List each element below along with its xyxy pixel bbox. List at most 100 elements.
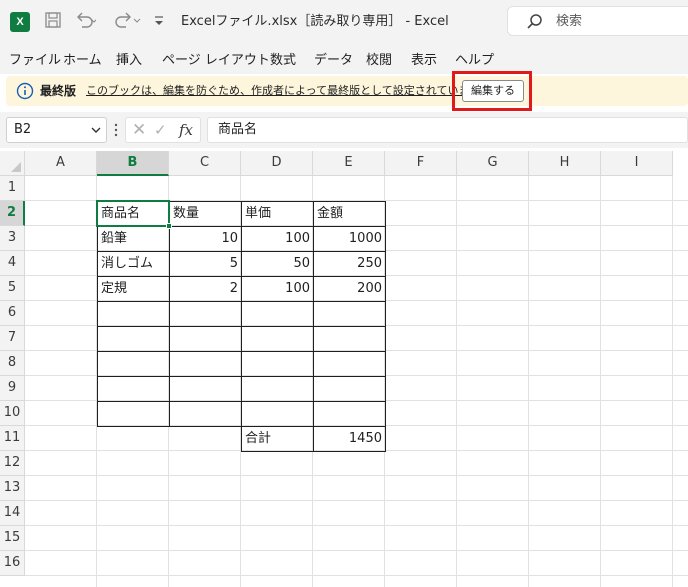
row-header-2[interactable]: 2 bbox=[0, 201, 25, 226]
info-icon bbox=[16, 82, 34, 100]
worksheet-grid[interactable]: A B C D E F G H I 1 2 3 4 5 6 7 8 9 10 1… bbox=[0, 151, 688, 587]
cell-empty[interactable] bbox=[241, 301, 314, 327]
cell-empty[interactable] bbox=[97, 351, 170, 377]
row-header-4[interactable]: 4 bbox=[0, 251, 25, 276]
search-box[interactable]: 検索 bbox=[507, 6, 688, 36]
cell-empty[interactable] bbox=[313, 326, 386, 352]
row-header-7[interactable]: 7 bbox=[0, 326, 25, 351]
row-header-13[interactable]: 13 bbox=[0, 476, 25, 501]
cell-empty[interactable] bbox=[241, 376, 314, 402]
cell-d11[interactable]: 合計 bbox=[241, 426, 314, 452]
fill-handle[interactable] bbox=[166, 223, 172, 229]
tab-insert[interactable]: 挿入 bbox=[116, 53, 142, 69]
formula-buttons: ✕ ✓ fx bbox=[125, 117, 201, 143]
cell-empty[interactable] bbox=[97, 326, 170, 352]
gridline bbox=[25, 575, 688, 576]
column-header-h[interactable]: H bbox=[529, 151, 601, 176]
cell-empty[interactable] bbox=[313, 301, 386, 327]
column-header-e[interactable]: E bbox=[313, 151, 385, 176]
tab-formulas[interactable]: 数式 bbox=[270, 53, 296, 69]
tab-review[interactable]: 校閲 bbox=[366, 53, 392, 69]
cell-empty[interactable] bbox=[97, 376, 170, 402]
cell-empty[interactable] bbox=[169, 401, 242, 427]
row-header-9[interactable]: 9 bbox=[0, 376, 25, 401]
cell-empty[interactable] bbox=[169, 376, 242, 402]
name-box[interactable]: B2 bbox=[6, 117, 107, 143]
row-header-15[interactable]: 15 bbox=[0, 526, 25, 551]
row-header-12[interactable]: 12 bbox=[0, 451, 25, 476]
customize-qat-icon[interactable] bbox=[153, 11, 165, 31]
more-options-icon[interactable] bbox=[113, 121, 119, 139]
message-text: このブックは、編集を防ぐため、作成者によって最終版として設定されています。 bbox=[86, 84, 491, 97]
cell-empty[interactable] bbox=[241, 401, 314, 427]
cell-empty[interactable] bbox=[313, 401, 386, 427]
cell-empty[interactable] bbox=[97, 301, 170, 327]
cell-empty[interactable] bbox=[241, 351, 314, 377]
cell-c3[interactable]: 10 bbox=[169, 226, 242, 252]
cell-c5[interactable]: 2 bbox=[169, 276, 242, 302]
gridline bbox=[25, 500, 688, 501]
insert-function-icon[interactable]: fx bbox=[179, 119, 193, 141]
name-box-value: B2 bbox=[14, 122, 32, 137]
cancel-icon[interactable]: ✕ bbox=[132, 120, 146, 140]
cell-empty[interactable] bbox=[313, 376, 386, 402]
tab-file[interactable]: ファイル bbox=[9, 53, 61, 69]
tab-data[interactable]: データ bbox=[314, 53, 353, 69]
column-header-g[interactable]: G bbox=[457, 151, 529, 176]
row-header-3[interactable]: 3 bbox=[0, 226, 25, 251]
gridline bbox=[25, 475, 688, 476]
cell-empty[interactable] bbox=[169, 351, 242, 377]
column-header-c[interactable]: C bbox=[169, 151, 241, 176]
tab-page-layout[interactable]: ページ レイアウト bbox=[162, 53, 270, 69]
column-header-b[interactable]: B bbox=[97, 151, 169, 176]
title-bar: X Excelファイル.xlsx［読み取り専用］ - Excel 検索 bbox=[0, 0, 688, 44]
cell-e3[interactable]: 1000 bbox=[313, 226, 386, 252]
cell-d2[interactable]: 単価 bbox=[241, 201, 314, 227]
column-header-a[interactable]: A bbox=[25, 151, 97, 176]
tab-view[interactable]: 表示 bbox=[411, 53, 437, 69]
chevron-down-icon[interactable] bbox=[90, 124, 102, 136]
cell-d3[interactable]: 100 bbox=[241, 226, 314, 252]
cell-b5[interactable]: 定規 bbox=[97, 276, 170, 302]
cell-empty[interactable] bbox=[97, 401, 170, 427]
redo-icon[interactable] bbox=[112, 11, 142, 31]
row-header-1[interactable]: 1 bbox=[0, 176, 25, 201]
tab-help[interactable]: ヘルプ bbox=[455, 53, 494, 69]
cell-e11[interactable]: 1450 bbox=[313, 426, 386, 452]
cell-d4[interactable]: 50 bbox=[241, 251, 314, 277]
row-header-5[interactable]: 5 bbox=[0, 276, 25, 301]
column-header-i[interactable]: I bbox=[601, 151, 673, 176]
cell-empty[interactable] bbox=[169, 326, 242, 352]
cell-empty[interactable] bbox=[169, 301, 242, 327]
row-header-8[interactable]: 8 bbox=[0, 351, 25, 376]
active-cell-selection bbox=[96, 200, 170, 227]
row-header-14[interactable]: 14 bbox=[0, 501, 25, 526]
row-header-16[interactable]: 16 bbox=[0, 551, 25, 576]
cell-c2[interactable]: 数量 bbox=[169, 201, 242, 227]
formula-input[interactable]: 商品名 bbox=[207, 117, 688, 143]
cell-e4[interactable]: 250 bbox=[313, 251, 386, 277]
cell-c4[interactable]: 5 bbox=[169, 251, 242, 277]
column-header-f[interactable]: F bbox=[385, 151, 457, 176]
save-icon[interactable] bbox=[44, 11, 62, 31]
cell-b4[interactable]: 消しゴム bbox=[97, 251, 170, 277]
formula-value: 商品名 bbox=[218, 122, 258, 137]
row-header-11[interactable]: 11 bbox=[0, 426, 25, 451]
cell-empty[interactable] bbox=[313, 351, 386, 377]
cell-d5[interactable]: 100 bbox=[241, 276, 314, 302]
row-header-10[interactable]: 10 bbox=[0, 401, 25, 426]
cell-e5[interactable]: 200 bbox=[313, 276, 386, 302]
undo-icon[interactable] bbox=[74, 11, 98, 31]
enter-icon[interactable]: ✓ bbox=[154, 120, 167, 140]
column-header-d[interactable]: D bbox=[241, 151, 313, 176]
cell-e2[interactable]: 金額 bbox=[313, 201, 386, 227]
edit-anyway-button[interactable]: 編集する bbox=[462, 80, 524, 102]
cell-b3[interactable]: 鉛筆 bbox=[97, 226, 170, 252]
select-all-corner[interactable] bbox=[0, 151, 25, 176]
row-header-6[interactable]: 6 bbox=[0, 301, 25, 326]
ribbon-tabs: ファイル ホーム 挿入 ページ レイアウト 数式 データ 校閲 表示 ヘルプ bbox=[0, 44, 688, 74]
cell-empty[interactable] bbox=[241, 326, 314, 352]
formula-bar: B2 ✕ ✓ fx 商品名 bbox=[0, 112, 688, 148]
gridline bbox=[25, 525, 688, 526]
tab-home[interactable]: ホーム bbox=[63, 53, 102, 69]
